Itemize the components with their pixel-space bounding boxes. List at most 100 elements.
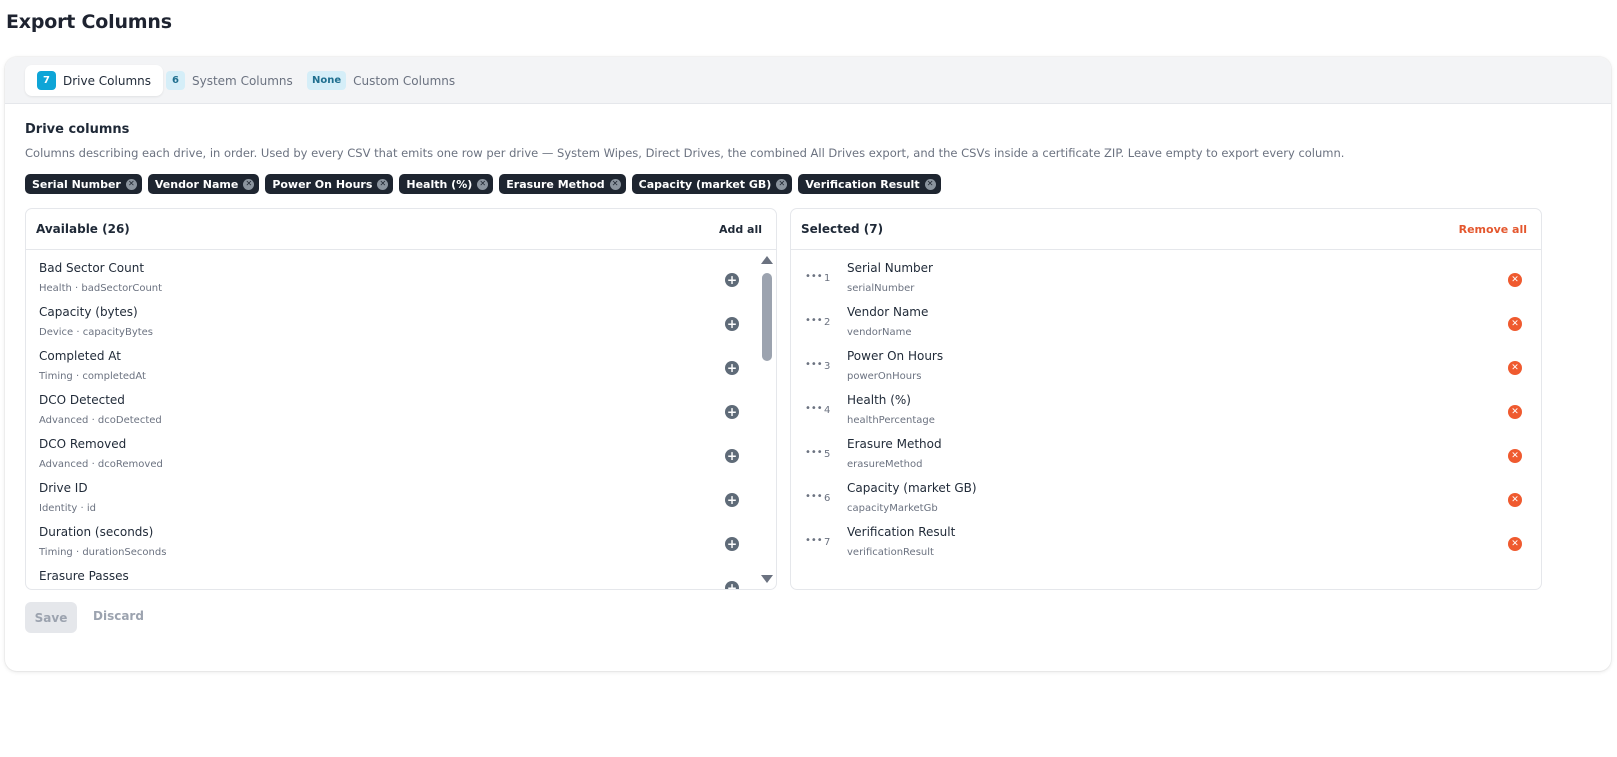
- available-scrollbar[interactable]: [757, 251, 776, 589]
- section-title: Drive columns: [25, 122, 130, 137]
- item-key: serialNumber: [847, 283, 915, 294]
- tab-label: System Columns: [192, 73, 293, 88]
- available-panel-header: Available (26) Add all: [26, 209, 776, 250]
- item-index: 3: [824, 361, 831, 372]
- x-icon[interactable]: ✕: [377, 178, 389, 190]
- drag-handle-icon[interactable]: •••: [805, 360, 823, 370]
- item-index: 1: [824, 273, 831, 284]
- chip-label: Serial Number: [32, 177, 121, 191]
- x-icon[interactable]: ✕: [776, 178, 788, 190]
- item-name: Erasure Passes: [39, 569, 129, 583]
- available-item: Capacity (bytes) Device · capacityBytes …: [26, 295, 776, 339]
- save-button[interactable]: Save: [25, 602, 77, 633]
- item-meta: Device · capacityBytes: [39, 327, 154, 338]
- available-item: Completed At Timing · completedAt +: [26, 339, 776, 383]
- chip-label: Health (%): [406, 177, 473, 191]
- item-name: Erasure Method: [847, 437, 942, 451]
- item-index: 5: [824, 449, 831, 460]
- column-chip: Health (%) ✕: [399, 174, 494, 194]
- column-chip: Power On Hours ✕: [265, 174, 394, 194]
- drag-handle-icon[interactable]: •••: [805, 272, 823, 282]
- selected-list: ••• 1 Serial Number serialNumber ✕ ••• 2…: [791, 251, 1541, 589]
- x-circle-icon[interactable]: ✕: [1508, 273, 1522, 287]
- remove-all-button[interactable]: Remove all: [1459, 223, 1527, 236]
- item-meta: Timing · durationSeconds: [39, 547, 167, 558]
- scroll-down-arrow-icon[interactable]: [761, 575, 773, 583]
- x-icon[interactable]: ✕: [477, 178, 489, 190]
- discard-button[interactable]: Discard: [93, 609, 144, 623]
- column-chip: Erasure Method ✕: [499, 174, 626, 194]
- x-circle-icon[interactable]: ✕: [1508, 361, 1522, 375]
- x-icon[interactable]: ✕: [125, 178, 137, 190]
- selected-item: ••• 2 Vendor Name vendorName ✕: [791, 295, 1541, 339]
- item-index: 7: [824, 537, 831, 548]
- selected-item: ••• 5 Erasure Method erasureMethod ✕: [791, 427, 1541, 471]
- x-circle-icon[interactable]: ✕: [1508, 493, 1522, 507]
- selected-panel: Selected (7) Remove all ••• 1 Serial Num…: [790, 208, 1542, 590]
- plus-circle-icon[interactable]: +: [725, 273, 739, 287]
- x-circle-icon[interactable]: ✕: [1508, 405, 1522, 419]
- x-circle-icon[interactable]: ✕: [1508, 317, 1522, 331]
- plus-circle-icon[interactable]: +: [725, 537, 739, 551]
- plus-circle-icon[interactable]: +: [725, 449, 739, 463]
- plus-circle-icon[interactable]: +: [725, 361, 739, 375]
- tab-label: Custom Columns: [353, 73, 456, 88]
- chip-label: Verification Result: [805, 177, 920, 191]
- tab-label: Drive Columns: [63, 73, 152, 88]
- item-name: Completed At: [39, 349, 121, 363]
- item-name: Serial Number: [847, 261, 933, 275]
- available-item: Duration (seconds) Timing · durationSeco…: [26, 515, 776, 559]
- scroll-up-arrow-icon[interactable]: [761, 256, 773, 264]
- chip-label: Vendor Name: [154, 177, 239, 191]
- export-columns-card: 7 Drive Columns 6 System Columns None Cu…: [5, 57, 1611, 671]
- item-name: Duration (seconds): [39, 525, 154, 539]
- available-item: Erasure Passes +: [26, 559, 776, 589]
- item-name: Power On Hours: [847, 349, 944, 363]
- drag-handle-icon[interactable]: •••: [805, 316, 823, 326]
- x-icon[interactable]: ✕: [924, 178, 936, 190]
- item-name: Drive ID: [39, 481, 88, 495]
- x-circle-icon[interactable]: ✕: [1508, 537, 1522, 551]
- selected-item: ••• 7 Verification Result verificationRe…: [791, 515, 1541, 559]
- add-all-button[interactable]: Add all: [719, 223, 762, 236]
- item-index: 4: [824, 405, 831, 416]
- x-circle-icon[interactable]: ✕: [1508, 449, 1522, 463]
- drag-handle-icon[interactable]: •••: [805, 492, 823, 502]
- item-meta: Advanced · dcoDetected: [39, 415, 162, 426]
- plus-circle-icon[interactable]: +: [725, 317, 739, 331]
- selected-item: ••• 3 Power On Hours powerOnHours ✕: [791, 339, 1541, 383]
- item-meta: Health · badSectorCount: [39, 283, 163, 294]
- chip-label: Capacity (market GB): [638, 177, 772, 191]
- selected-item: ••• 4 Health (%) healthPercentage ✕: [791, 383, 1541, 427]
- available-item: DCO Removed Advanced · dcoRemoved +: [26, 427, 776, 471]
- item-name: Vendor Name: [847, 305, 929, 319]
- item-key: erasureMethod: [847, 459, 923, 470]
- drag-handle-icon[interactable]: •••: [805, 404, 823, 414]
- plus-circle-icon[interactable]: +: [725, 493, 739, 507]
- item-index: 2: [824, 317, 831, 328]
- item-key: vendorName: [847, 327, 912, 338]
- chip-label: Power On Hours: [272, 177, 373, 191]
- drag-handle-icon[interactable]: •••: [805, 536, 823, 546]
- available-item: DCO Detected Advanced · dcoDetected +: [26, 383, 776, 427]
- chip-label: Erasure Method: [506, 177, 605, 191]
- section-description: Columns describing each drive, in order.…: [25, 146, 1345, 160]
- available-item: Drive ID Identity · id +: [26, 471, 776, 515]
- item-index: 6: [824, 493, 831, 504]
- tab-system-columns[interactable]: 6 System Columns: [154, 65, 305, 96]
- item-meta: Identity · id: [39, 503, 96, 514]
- item-meta: Advanced · dcoRemoved: [39, 459, 163, 470]
- plus-circle-icon[interactable]: +: [725, 581, 739, 589]
- x-icon[interactable]: ✕: [609, 178, 621, 190]
- tab-count-badge: 6: [166, 71, 185, 90]
- tab-custom-columns[interactable]: None Custom Columns: [295, 65, 467, 96]
- scroll-thumb[interactable]: [762, 273, 772, 361]
- column-chip: Vendor Name ✕: [147, 174, 260, 194]
- tab-drive-columns[interactable]: 7 Drive Columns: [25, 65, 164, 96]
- tab-count-badge: 7: [37, 71, 56, 90]
- column-chip: Capacity (market GB) ✕: [631, 174, 793, 194]
- item-key: powerOnHours: [847, 371, 922, 382]
- x-icon[interactable]: ✕: [243, 178, 255, 190]
- plus-circle-icon[interactable]: +: [725, 405, 739, 419]
- drag-handle-icon[interactable]: •••: [805, 448, 823, 458]
